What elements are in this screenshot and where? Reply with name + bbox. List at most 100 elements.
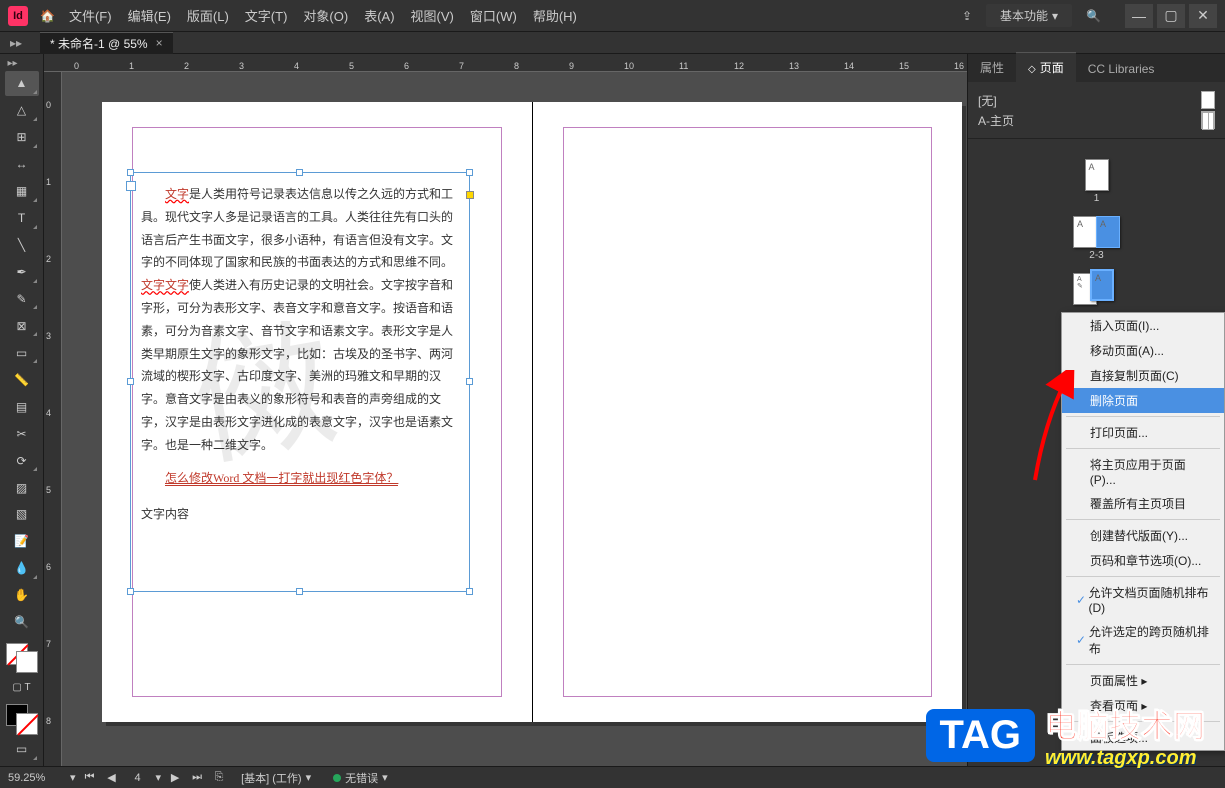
workspace-label: 基本功能 [1000,7,1048,24]
prev-page-button[interactable]: ◀ [104,770,120,786]
handle-tr[interactable] [466,169,473,176]
hand-tool[interactable]: ✋ [5,583,39,608]
page-number-field[interactable]: 4 [126,772,150,784]
line-tool[interactable]: ╲ [5,233,39,258]
pen-tool[interactable]: ✒ [5,260,39,285]
handle-bl[interactable] [127,588,134,595]
menu-view[interactable]: 视图(V) [411,6,454,25]
next-page-button[interactable]: ▶ [167,770,183,786]
view-mode-button[interactable]: ▭ [5,737,39,762]
ctx-allow-shuffle-spread[interactable]: ✓允许选定的跨页随机排布 [1062,619,1224,661]
minimize-button[interactable]: — [1125,4,1153,28]
selection-tool[interactable]: ▲ [5,71,39,96]
ctx-allow-shuffle-doc[interactable]: ✓允许文档页面随机排布(D) [1062,580,1224,619]
rectangle-tool[interactable]: ▭ [5,340,39,365]
ctx-move-pages[interactable]: 移动页面(A)... [1062,338,1224,363]
note-tool[interactable]: 📝 [5,529,39,554]
profile-dropdown[interactable]: [基本] (工作)▾ [233,770,319,786]
page-thumb-3[interactable]: A [1096,216,1120,248]
scissors-tool[interactable]: ✂ [5,421,39,446]
preflight-status[interactable]: 无错误▾ [325,770,396,786]
pencil-tool[interactable]: ✎ [5,287,39,312]
eyedropper-tool[interactable]: 💧 [5,556,39,581]
tab-row: ▸▸ * 未命名-1 @ 55% × [0,32,1225,54]
expand-panel-icon[interactable]: ▸▸ [10,36,22,50]
link-text[interactable]: 怎么修改Word 文档一打字就出现红色字体？ [165,471,398,486]
yellow-handle[interactable] [466,191,474,199]
text-label: 文字内容 [141,503,459,526]
chevron-down-icon[interactable]: ▾ [156,771,162,784]
menu-type[interactable]: 文字(T) [245,6,288,25]
tab-properties[interactable]: 属性 [968,53,1016,82]
menu-object[interactable]: 对象(O) [303,6,348,25]
share-icon[interactable]: ⇪ [962,9,972,23]
rectangle-frame-tool[interactable]: ⊠ [5,313,39,338]
zoom-tool[interactable]: 🔍 [5,610,39,635]
free-transform-tool[interactable]: ⟳ [5,448,39,473]
tab-cclibraries[interactable]: CC Libraries [1076,56,1167,82]
handle-tm[interactable] [296,169,303,176]
apply-color-button[interactable]: ▢ T [5,675,39,700]
horizontal-ruler: 0 1 2 3 4 5 6 7 8 9 10 11 12 13 14 15 16 [44,54,967,72]
master-a[interactable]: A-主页 [978,110,1215,130]
menu-window[interactable]: 窗口(W) [470,6,517,25]
page-thumb-5[interactable]: A [1090,269,1114,301]
master-thumb [1201,91,1215,109]
page-thumb-2[interactable]: A [1073,216,1097,248]
tag-url-text: www.tagxp.com [1045,747,1205,770]
document-tab[interactable]: * 未命名-1 @ 55% × [40,32,173,54]
menu-help[interactable]: 帮助(H) [533,6,577,25]
content-collector-tool[interactable]: ▦ [5,179,39,204]
handle-bm[interactable] [296,588,303,595]
handle-tl[interactable] [127,169,134,176]
ctx-numbering-options[interactable]: 页码和章节选项(O)... [1062,548,1224,573]
maximize-button[interactable]: ▢ [1157,4,1185,28]
ctx-insert-pages[interactable]: 插入页面(I)... [1062,313,1224,338]
menu-file[interactable]: 文件(F) [69,6,112,25]
menu-edit[interactable]: 编辑(E) [128,6,171,25]
close-tab-icon[interactable]: × [156,36,163,50]
ctx-print-page[interactable]: 打印页面... [1062,420,1224,445]
menu-layout[interactable]: 版面(L) [187,6,229,25]
page-tool[interactable]: ⊞ [5,125,39,150]
ctx-duplicate-page[interactable]: 直接复制页面(C) [1062,363,1224,388]
inport-icon[interactable] [126,181,136,191]
ctx-override-master[interactable]: 覆盖所有主页项目 [1062,491,1224,516]
last-page-button[interactable]: ⏭ [189,770,205,786]
chevron-down-icon[interactable]: ▾ [70,771,76,784]
ctx-page-attributes[interactable]: 页面属性 ▸ [1062,668,1224,693]
fill-stroke-swatch[interactable] [6,643,38,674]
handle-mr[interactable] [466,378,473,385]
first-page-button[interactable]: ⏮ [82,770,98,786]
handle-br[interactable] [466,588,473,595]
page-thumb-1[interactable]: A [1085,159,1109,191]
master-none[interactable]: [无] [978,90,1215,110]
page-label-2-3: 2-3 [1089,250,1103,261]
menu-table[interactable]: 表(A) [364,6,394,25]
search-icon[interactable]: 🔍 [1086,9,1101,23]
gradient-feather-tool[interactable]: ▧ [5,502,39,527]
gap-tool[interactable]: ↔ [5,152,39,177]
menu-bar: 文件(F) 编辑(E) 版面(L) 文字(T) 对象(O) 表(A) 视图(V)… [69,6,962,25]
gradient-swatch-tool[interactable]: ▨ [5,475,39,500]
ruler-tool[interactable]: 📏 [5,367,39,392]
page-right[interactable] [532,102,962,722]
open-icon[interactable]: ⎘ [211,770,227,786]
default-fill-stroke[interactable] [6,704,38,735]
type-tool[interactable]: T [5,206,39,231]
close-button[interactable]: ✕ [1189,4,1217,28]
direct-selection-tool[interactable]: △ [5,98,39,123]
canvas[interactable]: 傚 文字是人 [62,72,967,766]
ctx-delete-page[interactable]: 删除页面 [1062,388,1224,413]
page-left[interactable]: 傚 文字是人 [102,102,532,722]
text-frame[interactable]: 文字是人类用符号记录表达信息以传之久远的方式和工具。现代文字人多是记录语言的工具… [130,172,470,592]
workspace-dropdown[interactable]: 基本功能 ▾ [986,4,1072,27]
home-icon[interactable]: 🏠 [40,9,55,23]
table-tool[interactable]: ▤ [5,394,39,419]
ctx-create-alternate[interactable]: 创建替代版面(Y)... [1062,523,1224,548]
tab-pages[interactable]: 页面 [1016,52,1076,82]
ctx-apply-master[interactable]: 将主页应用于页面(P)... [1062,452,1224,491]
zoom-field[interactable]: 59.25% [8,772,64,784]
collapse-tools-icon[interactable]: ▸▸ [7,58,17,69]
handle-ml[interactable] [127,378,134,385]
